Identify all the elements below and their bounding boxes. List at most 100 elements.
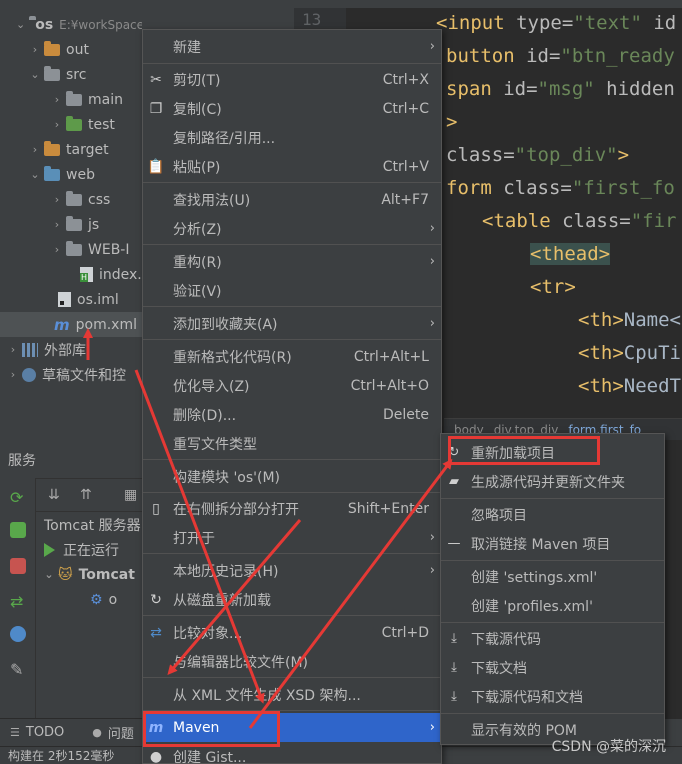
- service-label: 正在运行: [63, 542, 119, 559]
- folder-icon: [44, 140, 60, 156]
- menu-item-find-usages[interactable]: 查找用法(U) Alt+F7: [143, 185, 441, 214]
- submenu-item-generate-sources[interactable]: ▰ 生成源代码并更新文件夹: [441, 467, 664, 496]
- tree-row-web[interactable]: ⌄ web: [0, 162, 142, 187]
- menu-item-build-module[interactable]: 构建模块 'os'(M): [143, 462, 441, 491]
- menu-item-refactor[interactable]: 重构(R) ›: [143, 247, 441, 276]
- deploy-icon[interactable]: ⇄: [10, 592, 26, 611]
- submenu-item-download-both[interactable]: ⤓ 下载源代码和文档: [441, 682, 664, 711]
- scissors-icon: ✂: [150, 71, 162, 88]
- submenu-item-create-settings[interactable]: 创建 'settings.xml': [441, 562, 664, 591]
- tree-row-src[interactable]: ⌄ src: [0, 62, 142, 87]
- menu-item-copy[interactable]: ❐ 复制(C) Ctrl+C: [143, 94, 441, 123]
- menu-item-generate-xsd[interactable]: 从 XML 文件生成 XSD 架构...: [143, 680, 441, 709]
- menu-item-local-history[interactable]: 本地历史记录(H) ›: [143, 556, 441, 585]
- service-tomcat-node[interactable]: ⌄ 🐱 Tomcat: [44, 562, 135, 587]
- collapse-all-icon[interactable]: ⇈: [80, 487, 92, 503]
- chevron-right-icon[interactable]: ›: [30, 143, 40, 156]
- chevron-right-icon[interactable]: ›: [52, 193, 62, 206]
- tab-problems[interactable]: ● 问题: [92, 723, 134, 742]
- chevron-down-icon[interactable]: ⌄: [30, 168, 40, 181]
- code-token: <th>: [578, 342, 624, 364]
- submenu-item-ignore-project[interactable]: 忽略项目: [441, 500, 664, 529]
- tree-row-js[interactable]: › js: [0, 212, 142, 237]
- menu-item-open-split[interactable]: ▯ 在右侧拆分部分打开 Shift+Enter: [143, 494, 441, 523]
- menu-item-add-to-favorites[interactable]: 添加到收藏夹(A) ›: [143, 309, 441, 338]
- tree-row-scratches[interactable]: › 草稿文件和控: [0, 362, 142, 387]
- chevron-right-icon[interactable]: ›: [52, 218, 62, 231]
- group-icon[interactable]: ▦: [124, 487, 137, 503]
- tree-label: main: [88, 91, 123, 108]
- copy-icon: ❐: [149, 100, 163, 117]
- clipboard-icon: 📋: [147, 158, 165, 175]
- chevron-down-icon[interactable]: ⌄: [44, 568, 54, 581]
- settings-wrench-icon[interactable]: ✎: [10, 660, 26, 679]
- tab-todo[interactable]: ☰ TODO: [10, 725, 64, 740]
- submenu-item-reload-project[interactable]: ↻ 重新加载项目: [441, 438, 664, 467]
- chevron-down-icon[interactable]: ⌄: [30, 68, 40, 81]
- tree-row-index[interactable]: index.: [0, 262, 142, 287]
- project-root-path: E:¥workSpace¥os: [59, 17, 142, 32]
- code-token: type=: [504, 12, 574, 34]
- menu-item-validate[interactable]: 验证(V): [143, 276, 441, 305]
- menu-item-copy-path[interactable]: 复制路径/引用...: [143, 123, 441, 152]
- menu-item-create-gist[interactable]: ● 创建 Gist...: [143, 742, 441, 764]
- tree-row-target[interactable]: › target: [0, 137, 142, 162]
- tree-row-os-iml[interactable]: os.iml: [0, 287, 142, 312]
- folder-refresh-icon: ▰: [449, 474, 459, 489]
- service-artifact[interactable]: ⚙ o: [90, 587, 117, 612]
- chevron-right-icon: ›: [429, 530, 435, 545]
- stop-icon[interactable]: [10, 558, 26, 574]
- menu-item-delete[interactable]: 删除(D)... Delete: [143, 400, 441, 429]
- watermark: CSDN @菜的深沉: [551, 739, 666, 755]
- submenu-item-download-sources[interactable]: ⤓ 下载源代码: [441, 624, 664, 653]
- menu-item-new[interactable]: 新建 ›: [143, 32, 441, 61]
- chevron-right-icon[interactable]: ›: [8, 368, 18, 381]
- service-tomcat-server[interactable]: Tomcat 服务器: [44, 512, 141, 537]
- tree-row-test[interactable]: › test: [0, 112, 142, 137]
- menu-item-label: 忽略项目: [471, 507, 527, 524]
- service-running-group[interactable]: 正在运行: [44, 537, 119, 562]
- menu-item-override-file-type[interactable]: 重写文件类型: [143, 429, 441, 458]
- expand-all-icon[interactable]: ⇊: [48, 487, 60, 503]
- tree-row-external-libs[interactable]: › 外部库: [0, 337, 142, 362]
- submenu-item-create-profiles[interactable]: 创建 'profiles.xml': [441, 591, 664, 620]
- chevron-right-icon[interactable]: ›: [30, 43, 40, 56]
- menu-item-compare-with[interactable]: ⇄ 比较对象... Ctrl+D: [143, 618, 441, 647]
- tree-label: js: [88, 216, 100, 233]
- tree-row-css[interactable]: › css: [0, 187, 142, 212]
- chevron-down-icon[interactable]: ⌄: [16, 18, 25, 31]
- artifact-icon: ⚙: [90, 591, 103, 608]
- open-browser-icon[interactable]: [10, 626, 26, 642]
- menu-item-open-in[interactable]: 打开于 ›: [143, 523, 441, 552]
- chevron-right-icon[interactable]: ›: [52, 243, 62, 256]
- tree-row-web-inf[interactable]: › WEB-I: [0, 237, 142, 262]
- submenu-item-unlink-project[interactable]: — 取消链接 Maven 项目: [441, 529, 664, 558]
- code-line: <input type="text" id: [436, 8, 676, 38]
- tree-row-root[interactable]: ⌄ os E:¥workSpace¥os: [0, 12, 142, 37]
- submenu-item-download-docs[interactable]: ⤓ 下载文档: [441, 653, 664, 682]
- menu-item-reload-from-disk[interactable]: ↻ 从磁盘重新加载: [143, 585, 441, 614]
- refresh-icon[interactable]: ⟳: [10, 488, 26, 507]
- menu-item-compare-editor[interactable]: 与编辑器比较文件(M): [143, 647, 441, 676]
- code-line: <thead>: [530, 239, 611, 269]
- menu-item-optimize-imports[interactable]: 优化导入(Z) Ctrl+Alt+O: [143, 371, 441, 400]
- chevron-right-icon[interactable]: ›: [8, 343, 18, 356]
- chevron-right-icon[interactable]: ›: [52, 118, 62, 131]
- tree-row-out[interactable]: › out: [0, 37, 142, 62]
- menu-item-label: 下载源代码和文档: [471, 689, 583, 706]
- menu-item-label: Maven: [173, 719, 220, 736]
- list-icon: ☰: [10, 726, 20, 739]
- menu-item-maven[interactable]: m Maven ›: [143, 713, 441, 742]
- debug-icon[interactable]: [10, 522, 26, 538]
- menu-item-paste[interactable]: 📋 粘贴(P) Ctrl+V: [143, 152, 441, 181]
- html-file-icon: [80, 267, 93, 282]
- menu-item-analyze[interactable]: 分析(Z) ›: [143, 214, 441, 243]
- chevron-right-icon: ›: [429, 221, 435, 236]
- tree-row-pom-xml[interactable]: m pom.xml: [0, 312, 142, 337]
- chevron-right-icon[interactable]: ›: [52, 93, 62, 106]
- code-line: <table class="fir: [482, 206, 676, 236]
- tree-row-main[interactable]: › main: [0, 87, 142, 112]
- menu-item-reformat[interactable]: 重新格式化代码(R) Ctrl+Alt+L: [143, 342, 441, 371]
- menu-item-cut[interactable]: ✂ 剪切(T) Ctrl+X: [143, 65, 441, 94]
- code-token: id=: [491, 78, 538, 100]
